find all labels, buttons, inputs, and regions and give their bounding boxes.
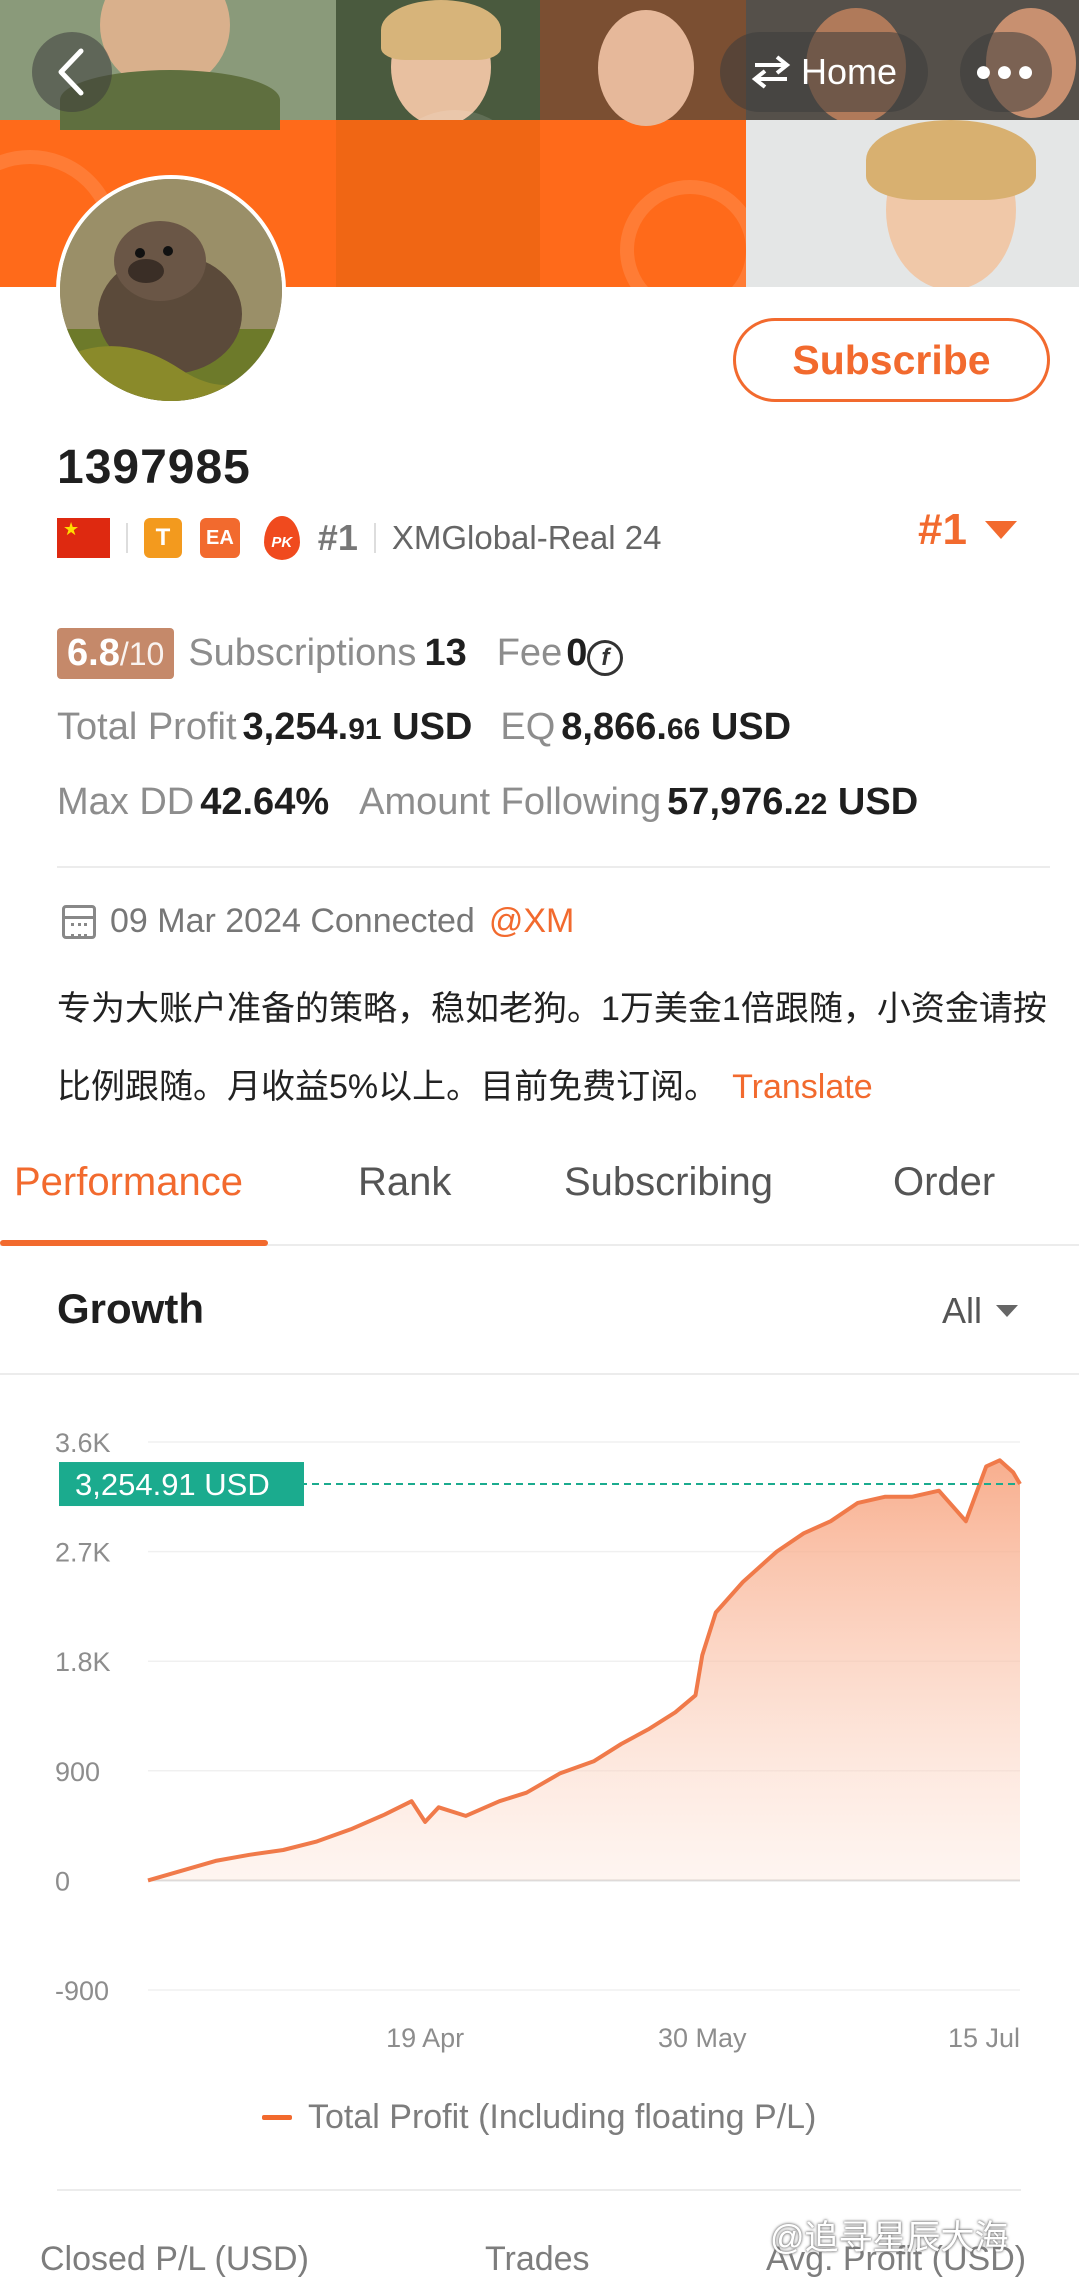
x-tick-label: 30 May	[658, 2023, 747, 2053]
pk-flame-icon: PK	[262, 516, 302, 560]
badge-ea: EA	[200, 518, 240, 558]
y-tick-label: 2.7K	[55, 1538, 111, 1568]
avatar	[56, 175, 286, 405]
amount-following-value: 57,976.22 USD	[667, 781, 919, 823]
amount-following-label: Amount Following	[359, 781, 662, 823]
caret-down-icon	[996, 1305, 1019, 1317]
stats-row-1: 6.8/10 Subscriptions 13 Fee 0 f	[57, 628, 1047, 679]
caret-down-icon	[984, 521, 1017, 539]
active-tab-indicator	[0, 1240, 268, 1246]
swap-icon	[751, 55, 791, 89]
badge-t: T	[144, 518, 182, 558]
banner-photo	[540, 0, 746, 126]
y-tick-label: 1.8K	[55, 1647, 111, 1677]
x-tick-label: 19 Apr	[386, 2023, 464, 2053]
f-coin-icon: f	[587, 640, 624, 676]
description-text: 专为大账户准备的策略，稳如老狗。1万美金1倍跟随，小资金请按比例跟随。月收益5%…	[57, 990, 1047, 1106]
total-profit-value: 3,254.91 USD	[242, 706, 473, 748]
range-select-label: All	[942, 1290, 983, 1331]
max-dd-value: 42.64%	[200, 781, 330, 823]
score-badge: 6.8/10	[57, 628, 175, 679]
tab-order[interactable]: Order	[893, 1160, 995, 1205]
trades-label: Trades	[485, 2240, 590, 2278]
stats-row-2: Total Profit 3,254.91 USD EQ 8,866.66 US…	[57, 706, 1047, 749]
fee-label: Fee	[496, 632, 563, 674]
y-tick-label: 900	[55, 1757, 100, 1787]
eq-label: EQ	[500, 706, 556, 748]
home-label: Home	[800, 51, 898, 92]
home-button[interactable]: Home	[720, 32, 928, 112]
rank-text: #1	[317, 517, 358, 558]
tab-performance[interactable]: Performance	[14, 1160, 243, 1205]
tab-bar: Performance Rank Subscribing Order	[0, 1148, 1079, 1246]
current-value-label: 3,254.91 USD	[75, 1467, 270, 1502]
back-button[interactable]	[32, 32, 112, 112]
broker-link[interactable]: @XM	[489, 902, 575, 941]
y-tick-label: 0	[55, 1866, 70, 1896]
badge-row: ★ T EA PK #1 XMGlobal-Real 24	[57, 512, 661, 564]
strategy-description: 专为大账户准备的策略，稳如老狗。1万美金1倍跟随，小资金请按比例跟随。月收益5%…	[57, 970, 1047, 1126]
series-area	[148, 1460, 1020, 1881]
china-flag-icon: ★	[57, 518, 110, 558]
tab-rank[interactable]: Rank	[358, 1160, 451, 1205]
calendar-icon	[62, 904, 96, 939]
tab-subscribing[interactable]: Subscribing	[564, 1160, 773, 1205]
fee-value: 0	[566, 632, 588, 674]
y-tick-label: -900	[55, 1976, 109, 2006]
y-tick-label: 3.6K	[55, 1428, 111, 1458]
subscribe-button[interactable]: Subscribe	[733, 318, 1050, 402]
more-dots-icon: ●●●	[974, 55, 1038, 88]
chart-legend: Total Profit (Including floating P/L)	[262, 2098, 816, 2137]
connected-date: 09 Mar 2024 Connected	[110, 902, 475, 940]
chevron-left-icon	[58, 48, 84, 96]
eq-value: 8,866.66 USD	[561, 706, 792, 748]
total-profit-label: Total Profit	[57, 706, 237, 748]
connection-info: 09 Mar 2024 Connected @XM	[62, 902, 574, 941]
watermark: @追寻星辰大海	[770, 2219, 1009, 2257]
max-dd-label: Max DD	[57, 781, 195, 823]
growth-title: Growth	[57, 1285, 204, 1332]
account-id: 1397985	[57, 441, 251, 494]
banner-photo	[746, 120, 1079, 287]
legend-swatch	[262, 2115, 292, 2120]
divider	[57, 866, 1050, 868]
growth-chart: 3.6K 2.7K 1.8K 900 0 -900 19 Apr 30 May 15 Jul 3,…	[55, 1428, 1022, 2053]
more-button[interactable]: ●●●	[960, 32, 1052, 112]
server-name: XMGlobal-Real 24	[391, 519, 662, 556]
banner-photo	[336, 0, 540, 126]
legend-label: Total Profit (Including floating P/L)	[308, 2098, 817, 2136]
rank-dropdown[interactable]: #1	[918, 505, 1017, 555]
translate-link[interactable]: Translate	[732, 1068, 872, 1106]
divider	[57, 2189, 1021, 2191]
range-select[interactable]: All	[942, 1290, 1019, 1332]
x-tick-label: 15 Jul	[948, 2023, 1020, 2053]
subscriptions-label: Subscriptions	[188, 632, 417, 674]
subscriptions-value: 13	[424, 632, 467, 674]
stats-row-3: Max DD 42.64% Amount Following 57,976.22…	[57, 781, 1047, 824]
divider	[0, 1373, 1079, 1375]
closed-pl-label: Closed P/L (USD)	[40, 2240, 309, 2278]
rank-dropdown-label: #1	[918, 505, 967, 554]
